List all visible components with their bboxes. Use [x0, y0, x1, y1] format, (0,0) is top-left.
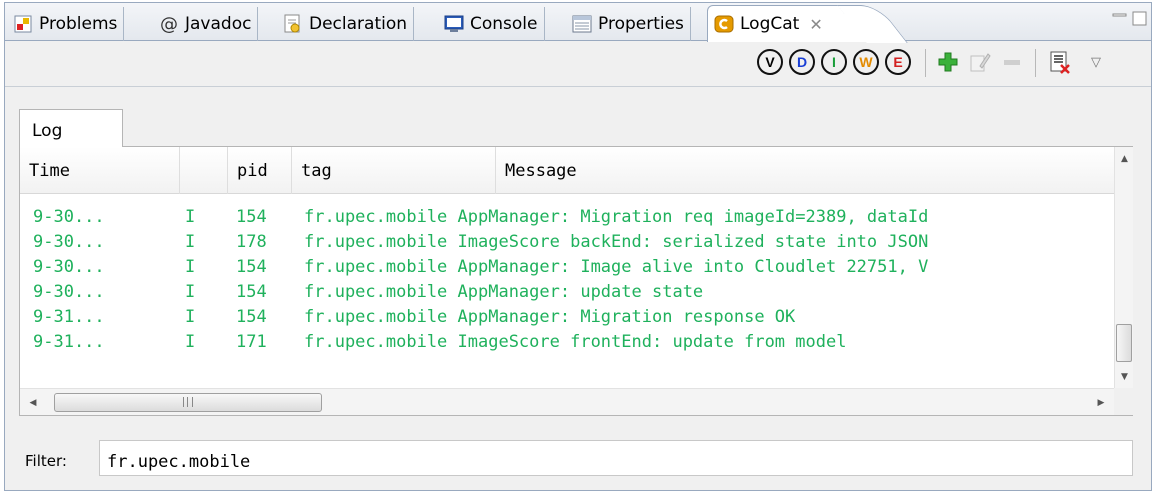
logcat-view: Problems @ Javadoc Declaration Console P…: [4, 2, 1152, 491]
row-message: fr.upec.mobile AppManager: Migration req…: [304, 207, 929, 227]
error-icon: E: [885, 49, 911, 75]
row-time: 9-30...: [33, 282, 105, 302]
tab-properties[interactable]: Properties: [566, 7, 691, 41]
tab-javadoc[interactable]: @ Javadoc: [153, 7, 259, 41]
plus-icon: [938, 52, 958, 72]
log-table-panel: Time pid tag Message 9-30... I 154 fr.up…: [19, 146, 1133, 416]
row-message: fr.upec.mobile AppManager: Migration res…: [304, 307, 796, 327]
tab-console[interactable]: Console: [438, 7, 545, 41]
edit-filter-icon: [970, 53, 991, 72]
column-header-time[interactable]: Time: [20, 147, 180, 194]
column-header-level[interactable]: [180, 147, 228, 194]
logcat-toolbar: V D I W E ▽: [5, 41, 1151, 87]
column-header-tag[interactable]: tag: [292, 147, 496, 194]
row-time: 9-31...: [33, 307, 105, 327]
view-menu-icon[interactable]: ▽: [1081, 47, 1111, 77]
tab-problems[interactable]: Problems: [7, 7, 125, 41]
grip-icon: [183, 397, 193, 407]
row-level: I: [185, 232, 196, 252]
row-time: 9-30...: [33, 232, 105, 252]
log-rows: 9-30... I 154 fr.upec.mobile AppManager:…: [20, 205, 1114, 355]
filter-label: Filter:: [25, 452, 67, 470]
table-row[interactable]: 9-30... I 154 fr.upec.mobile AppManager:…: [20, 255, 1114, 280]
row-pid: 154: [236, 282, 267, 302]
row-message: fr.upec.mobile AppManager: update state: [304, 282, 704, 302]
row-time: 9-30...: [33, 257, 105, 277]
problems-icon: [13, 14, 33, 34]
tab-logcat[interactable]: LogCat ✕: [707, 5, 870, 42]
tab-declaration[interactable]: Declaration: [277, 7, 415, 41]
verbose-icon: V: [757, 49, 783, 75]
row-level: I: [185, 257, 196, 277]
row-message: fr.upec.mobile ImageScore frontEnd: upda…: [304, 332, 847, 352]
info-filter-button[interactable]: I: [819, 47, 849, 77]
horizontal-scroll-thumb[interactable]: [54, 393, 322, 412]
table-row[interactable]: 9-30... I 178 fr.upec.mobile ImageScore …: [20, 230, 1114, 255]
tab-label: Properties: [598, 14, 684, 34]
row-message: fr.upec.mobile AppManager: Image alive i…: [304, 257, 929, 277]
scroll-down-icon[interactable]: ▼: [1115, 367, 1134, 386]
logcat-icon: [714, 14, 734, 34]
filter-input[interactable]: [99, 440, 1133, 476]
row-pid: 154: [236, 307, 267, 327]
row-time: 9-30...: [33, 207, 105, 227]
table-row[interactable]: 9-31... I 171 fr.upec.mobile ImageScore …: [20, 330, 1114, 355]
log-table: Time pid tag Message 9-30... I 154 fr.up…: [20, 147, 1114, 388]
tab-label: Javadoc: [185, 14, 252, 34]
scroll-up-icon[interactable]: ▲: [1115, 149, 1134, 168]
table-header: Time pid tag Message: [20, 147, 1114, 194]
table-row[interactable]: 9-30... I 154 fr.upec.mobile AppManager:…: [20, 205, 1114, 230]
close-icon[interactable]: ✕: [809, 15, 822, 34]
column-header-message[interactable]: Message: [496, 147, 1114, 194]
minimize-icon[interactable]: [1111, 9, 1129, 27]
vertical-scrollbar[interactable]: ▲ ▼: [1114, 147, 1133, 388]
row-level: I: [185, 332, 196, 352]
debug-icon: D: [789, 49, 815, 75]
table-row[interactable]: 9-30... I 154 fr.upec.mobile AppManager:…: [20, 280, 1114, 305]
add-filter-button[interactable]: [933, 47, 963, 77]
toolbar-separator: [925, 49, 926, 77]
info-icon: I: [821, 49, 847, 75]
horizontal-scrollbar[interactable]: ◀ ▶: [20, 388, 1114, 415]
warn-filter-button[interactable]: W: [851, 47, 881, 77]
table-row[interactable]: 9-31... I 154 fr.upec.mobile AppManager:…: [20, 305, 1114, 330]
console-icon: [444, 14, 464, 34]
tab-log[interactable]: Log: [19, 109, 123, 147]
properties-icon: [572, 14, 592, 34]
column-header-pid[interactable]: pid: [228, 147, 292, 194]
tab-label: Console: [470, 14, 538, 34]
row-level: I: [185, 307, 196, 327]
javadoc-icon: @: [160, 13, 178, 35]
row-level: I: [185, 282, 196, 302]
error-filter-button[interactable]: E: [883, 47, 913, 77]
scroll-corner: [1114, 388, 1133, 415]
maximize-icon[interactable]: [1131, 9, 1149, 27]
scroll-right-icon[interactable]: ▶: [1090, 389, 1112, 416]
debug-filter-button[interactable]: D: [787, 47, 817, 77]
view-tab-strip: Problems @ Javadoc Declaration Console P…: [5, 3, 1151, 42]
row-pid: 178: [236, 232, 267, 252]
scroll-left-icon[interactable]: ◀: [22, 389, 44, 416]
row-message: fr.upec.mobile ImageScore backEnd: seria…: [304, 232, 929, 252]
warn-icon: W: [853, 49, 879, 75]
clear-log-button[interactable]: [1045, 47, 1075, 77]
row-pid: 171: [236, 332, 267, 352]
verbose-filter-button[interactable]: V: [755, 47, 785, 77]
toolbar-separator: [1035, 49, 1036, 77]
declaration-icon: [283, 14, 303, 34]
row-pid: 154: [236, 207, 267, 227]
vertical-scroll-thumb[interactable]: [1116, 324, 1132, 362]
clear-log-icon: [1050, 51, 1070, 74]
tab-label: Declaration: [309, 14, 408, 34]
row-level: I: [185, 207, 196, 227]
remove-filter-button[interactable]: [997, 47, 1027, 77]
edit-filter-button[interactable]: [965, 47, 995, 77]
minus-icon: [1004, 60, 1020, 65]
row-pid: 154: [236, 257, 267, 277]
row-time: 9-31...: [33, 332, 105, 352]
tab-label: LogCat: [740, 14, 800, 34]
tab-label: Problems: [39, 14, 118, 34]
